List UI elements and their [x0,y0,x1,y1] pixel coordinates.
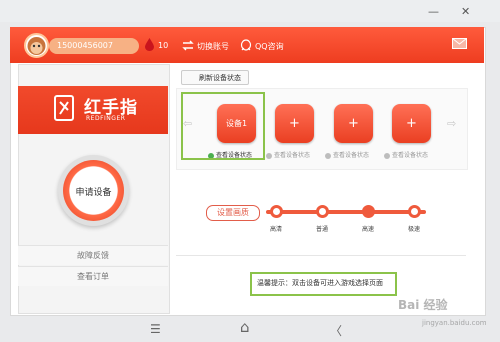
device-tile-add[interactable]: + [392,104,431,143]
home-icon[interactable]: ⌂ [240,318,250,336]
feedback-link[interactable]: 故障反馈 [18,245,168,265]
status-dot-icon [325,152,331,159]
status-dot-icon [384,152,390,159]
device-tile-add[interactable]: + [334,104,373,143]
divider [176,255,466,256]
user-avatar[interactable] [24,33,49,58]
device-tile-add[interactable]: + [275,104,314,143]
quality-node-hd[interactable] [270,205,283,218]
back-icon[interactable]: 〈 [330,322,342,339]
redfinger-logo-icon [54,95,74,121]
monkey-avatar-icon [27,37,46,55]
quality-label-hd: 高清 [269,226,282,233]
logo-subtitle: REDFINGER [86,115,126,122]
quality-node-extreme[interactable] [408,205,421,218]
switch-account-link[interactable]: 切换账号 [197,41,229,52]
apply-device-label[interactable]: 申请设备 [63,185,124,198]
selected-device-highlight [181,92,265,160]
quality-node-normal[interactable] [316,205,329,218]
status-dot-icon [266,152,272,159]
device-status-text: 查看设备状态 [274,152,311,159]
quality-label-fast: 高速 [361,226,374,233]
minimize-button[interactable]: — [428,6,439,17]
qq-icon[interactable] [240,39,252,52]
watermark: Bai 经验 [398,298,448,312]
set-quality-button[interactable]: 设置画质 [206,205,260,221]
mail-icon[interactable] [452,38,467,49]
menu-icon[interactable]: ☰ [150,322,161,336]
device-status-text: 查看设备状态 [392,152,429,159]
quality-node-fast[interactable] [362,205,375,218]
device-status-4[interactable]: 查看设备状态 [384,150,428,159]
close-button[interactable]: ✕ [461,6,470,17]
tip-highlight [250,272,397,296]
qq-support-link[interactable]: QQ咨询 [255,41,284,52]
quality-label-normal: 普通 [315,226,328,233]
balance-drop-icon [145,38,154,51]
quality-slider-track[interactable] [266,210,426,214]
balance-count: 10 [158,41,169,50]
quality-label-extreme: 极速 [407,226,420,233]
watermark-url: jingyan.baidu.com [422,319,487,327]
switch-account-icon[interactable] [182,40,194,51]
device-status-text: 查看设备状态 [333,152,370,159]
username-field: 15000456007 [49,38,139,54]
view-orders-link[interactable]: 查看订单 [18,266,168,286]
refresh-status-button[interactable]: 刷新设备状态 [181,70,249,85]
device-status-3[interactable]: 查看设备状态 [325,150,369,159]
arrow-right-icon[interactable]: ⇨ [447,117,456,130]
window-titlebar [0,0,500,22]
device-status-2[interactable]: 查看设备状态 [266,150,310,159]
